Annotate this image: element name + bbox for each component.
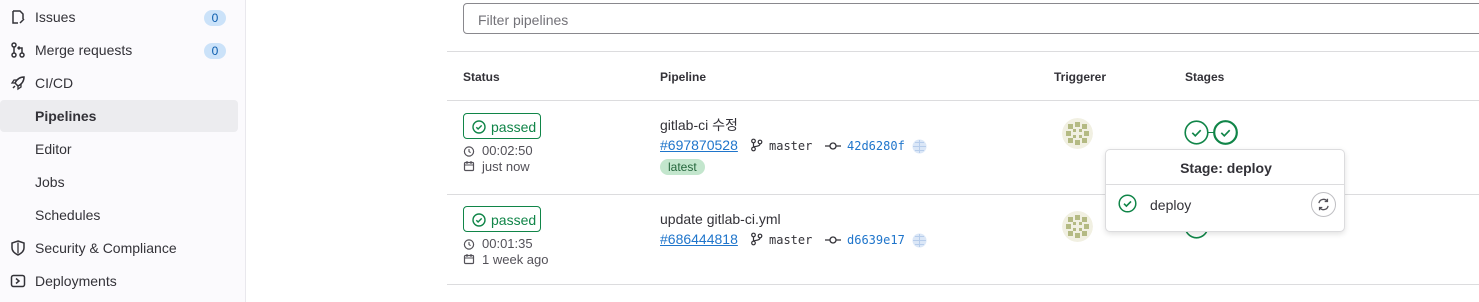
- pipeline-id-link[interactable]: #686444818: [660, 231, 738, 247]
- user-avatar-icon: [912, 233, 927, 248]
- sidebar-item-merge-requests[interactable]: Merge requests 0: [0, 34, 238, 66]
- divider: [447, 284, 1479, 285]
- triggerer-avatar[interactable]: [1062, 211, 1093, 242]
- shield-icon: [11, 240, 25, 256]
- stage-build-icon[interactable]: [1184, 120, 1209, 145]
- filter-placeholder: Filter pipelines: [478, 12, 569, 28]
- popover-divider: [1106, 184, 1344, 185]
- finished-time: 1 week ago: [482, 252, 549, 267]
- stage-deploy-icon[interactable]: [1213, 120, 1238, 145]
- divider: [447, 51, 1479, 52]
- pipeline-title[interactable]: update gitlab-ci.yml: [660, 211, 781, 227]
- sidebar: Issues 0 Merge requests 0 CI/CD Pipeline…: [0, 0, 246, 302]
- sidebar-item-label: Deployments: [35, 273, 117, 289]
- sidebar-item-cicd[interactable]: CI/CD: [0, 67, 238, 99]
- sidebar-item-label: Editor: [35, 141, 72, 157]
- latest-badge: latest: [660, 159, 705, 175]
- sidebar-item-label: Issues: [35, 9, 76, 25]
- deployments-icon: [10, 274, 26, 288]
- sidebar-item-editor[interactable]: Editor: [0, 133, 238, 165]
- divider: [447, 100, 1479, 101]
- status-label: passed: [491, 119, 537, 135]
- sidebar-item-schedules[interactable]: Schedules: [0, 199, 238, 231]
- calendar-icon: [463, 161, 475, 172]
- header-status: Status: [463, 70, 500, 84]
- triggerer-avatar[interactable]: [1062, 118, 1093, 149]
- count-badge: 0: [204, 10, 226, 26]
- sidebar-item-issues[interactable]: Issues 0: [0, 1, 238, 33]
- timer-icon: [463, 146, 475, 157]
- calendar-icon: [463, 254, 475, 265]
- sidebar-item-pipelines[interactable]: Pipelines: [0, 100, 238, 132]
- branch-icon: [751, 138, 763, 152]
- retry-button[interactable]: [1311, 192, 1336, 217]
- sidebar-item-jobs[interactable]: Jobs: [0, 166, 238, 198]
- count-badge: 0: [204, 43, 226, 59]
- branch-name[interactable]: master: [769, 138, 812, 154]
- header-triggerer: Triggerer: [1054, 70, 1107, 84]
- commit-sha-link[interactable]: 42d6280f: [847, 138, 905, 154]
- issues-icon: [12, 10, 25, 24]
- sidebar-item-label: Security & Compliance: [35, 240, 177, 256]
- check-circle-icon: [472, 213, 486, 227]
- pipeline-id-link[interactable]: #697870528: [660, 137, 738, 153]
- branch-name[interactable]: master: [769, 232, 812, 248]
- popover-title: Stage: deploy: [1180, 160, 1272, 176]
- sidebar-item-security-compliance[interactable]: Security & Compliance: [0, 232, 238, 264]
- duration: 00:02:50: [482, 143, 533, 158]
- stage-popover: Stage: deploy deploy: [1105, 149, 1345, 232]
- status-label: passed: [491, 212, 537, 228]
- timer-icon: [463, 239, 475, 250]
- commit-icon: [825, 236, 841, 244]
- sidebar-item-label: Schedules: [35, 207, 101, 223]
- pipeline-title[interactable]: gitlab-ci 수정: [660, 117, 738, 133]
- commit-icon: [825, 142, 841, 150]
- user-avatar-icon: [912, 139, 927, 154]
- sidebar-item-label: Pipelines: [35, 108, 97, 124]
- sidebar-item-label: Merge requests: [35, 42, 133, 58]
- commit-sha-link[interactable]: d6639e17: [847, 232, 905, 248]
- duration: 00:01:35: [482, 236, 533, 251]
- retry-icon: [1318, 198, 1329, 211]
- finished-time: just now: [482, 159, 530, 174]
- header-pipeline: Pipeline: [660, 70, 707, 84]
- sidebar-item-label: CI/CD: [35, 75, 74, 91]
- sidebar-item-deployments[interactable]: Deployments: [0, 265, 238, 297]
- rocket-icon: [10, 76, 25, 91]
- status-badge[interactable]: passed: [463, 113, 541, 139]
- header-stages: Stages: [1185, 70, 1225, 84]
- status-badge[interactable]: passed: [463, 206, 541, 232]
- sidebar-item-label: Jobs: [35, 174, 65, 190]
- stage-connector: [1208, 132, 1214, 133]
- branch-icon: [751, 232, 763, 246]
- job-success-icon: [1118, 194, 1137, 213]
- check-circle-icon: [472, 120, 486, 134]
- merge-request-icon: [11, 42, 25, 58]
- filter-pipelines-input[interactable]: Filter pipelines: [463, 3, 1479, 34]
- job-name[interactable]: deploy: [1150, 197, 1191, 213]
